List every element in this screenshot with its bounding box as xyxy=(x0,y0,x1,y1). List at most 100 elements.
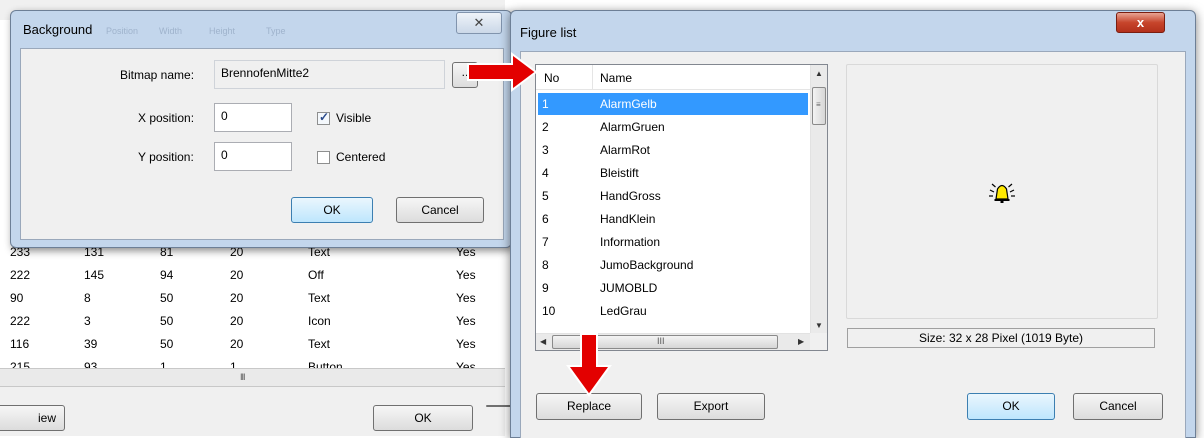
list-item[interactable]: 9 JUMOBLD xyxy=(538,277,808,299)
close-button[interactable]: x xyxy=(1116,12,1165,33)
table-horizontal-scrollbar[interactable]: III xyxy=(0,368,505,387)
scroll-right-icon[interactable]: ▶ xyxy=(798,337,804,346)
table-row[interactable]: 116 39 50 20 Text Yes xyxy=(0,333,505,356)
table-cell: 20 xyxy=(230,291,244,305)
export-button-label: Export xyxy=(693,399,729,413)
scroll-left-icon[interactable]: ◀ xyxy=(540,337,546,346)
table-cell: 116 xyxy=(10,337,30,351)
list-item[interactable]: 7 Information xyxy=(538,231,808,253)
list-item[interactable]: 5 HandGross xyxy=(538,185,808,207)
table-row[interactable]: 222 3 50 20 Icon Yes xyxy=(0,310,505,333)
bitmap-name-value: BrennofenMitte2 xyxy=(221,66,310,80)
bitmap-name-label: Bitmap name: xyxy=(120,68,195,82)
list-header: No Name xyxy=(536,65,810,90)
scrollbar-corner xyxy=(810,333,827,350)
item-name: Bleistift xyxy=(600,166,639,180)
centered-label: Centered xyxy=(336,150,386,164)
item-name: AlarmRot xyxy=(600,143,651,157)
centered-checkbox[interactable] xyxy=(317,151,330,164)
list-item[interactable]: 10 LedGrau xyxy=(538,300,808,322)
scroll-down-icon[interactable]: ▼ xyxy=(815,321,823,330)
size-info: Size: 32 x 28 Pixel (1019 Byte) xyxy=(847,328,1155,348)
column-header-name[interactable]: Name xyxy=(600,71,632,85)
scroll-thumb[interactable]: ≡ xyxy=(812,87,826,125)
dialog-title: Background xyxy=(23,22,93,37)
table-cell: 222 xyxy=(10,314,31,328)
item-number: 4 xyxy=(542,166,549,180)
visible-checkbox[interactable]: ✓ xyxy=(317,110,330,125)
view-button[interactable]: iew xyxy=(0,405,65,431)
dialog-cancel-button[interactable]: Cancel xyxy=(1073,393,1163,420)
item-name: JUMOBLD xyxy=(600,281,658,295)
dialog-body: No Name 1 AlarmGelb 2 AlarmGruen 3 AlarmRot 4 B… xyxy=(520,51,1186,438)
close-icon: ✕ xyxy=(473,15,485,30)
ghost-header: Width xyxy=(159,26,183,36)
x-position-input[interactable]: 0 xyxy=(214,103,292,132)
item-name: AlarmGruen xyxy=(600,120,665,134)
visible-label: Visible xyxy=(336,111,372,125)
item-name: LedGrau xyxy=(600,304,647,318)
dialog-cancel-button[interactable]: Cancel xyxy=(396,197,484,223)
list-item[interactable]: 4 Bleistift xyxy=(538,162,808,184)
view-button-label: iew xyxy=(37,411,56,425)
list-vertical-scrollbar[interactable]: ▲ ≡ ▼ xyxy=(810,65,827,333)
arrow-down-icon xyxy=(566,333,612,397)
figure-preview xyxy=(846,64,1158,319)
window-ok-button[interactable]: OK xyxy=(373,405,473,431)
dialog-ok-button[interactable]: OK xyxy=(291,197,373,223)
figure-list-dialog: Figure list x No Name 1 AlarmGelb 2 AlarmGr… xyxy=(510,10,1196,438)
close-button[interactable]: ✕ xyxy=(456,12,502,34)
scroll-up-icon[interactable]: ▲ xyxy=(815,69,823,78)
list-item[interactable]: 1 AlarmGelb xyxy=(538,93,808,115)
thumb-grip: III xyxy=(657,336,665,346)
table-cell: Yes xyxy=(456,337,476,351)
column-divider[interactable] xyxy=(592,65,593,89)
table-row[interactable]: 90 8 50 20 Text Yes xyxy=(0,287,505,310)
item-name: AlarmGelb xyxy=(600,97,657,111)
item-number: 7 xyxy=(542,235,549,249)
table-cell: Text xyxy=(308,291,331,305)
figure-list[interactable]: No Name 1 AlarmGelb 2 AlarmGruen 3 AlarmRot 4 B… xyxy=(535,64,828,351)
thumb-grip: ≡ xyxy=(816,100,821,109)
table-cell: 50 xyxy=(160,314,174,328)
column-header-no[interactable]: No xyxy=(544,71,559,85)
list-item[interactable]: 8 JumoBackground xyxy=(538,254,808,276)
item-number: 3 xyxy=(542,143,549,157)
table-cell: 50 xyxy=(160,291,174,305)
item-name: HandKlein xyxy=(600,212,656,226)
table-cell: Off xyxy=(308,268,324,282)
y-position-label: Y position: xyxy=(138,150,194,164)
table-cell: 3 xyxy=(84,314,91,328)
table-cell: Yes xyxy=(456,268,476,282)
ghost-header: Type xyxy=(266,26,286,36)
dialog-ok-label: OK xyxy=(323,203,341,217)
export-button[interactable]: Export xyxy=(657,393,765,420)
list-item[interactable]: 2 AlarmGruen xyxy=(538,116,808,138)
window-ok-label: OK xyxy=(414,411,432,425)
dialog-ok-button[interactable]: OK xyxy=(967,393,1055,420)
item-number: 5 xyxy=(542,189,549,203)
item-number: 6 xyxy=(542,212,549,226)
table-cell: 20 xyxy=(230,314,244,328)
table-cell: 222 xyxy=(10,268,31,282)
table-row[interactable]: 222 145 94 20 Off Yes xyxy=(0,264,505,287)
bell-icon xyxy=(989,183,1015,203)
bitmap-name-field[interactable]: BrennofenMitte2 xyxy=(214,60,445,89)
item-number: 10 xyxy=(542,304,556,318)
table-cell: 50 xyxy=(160,337,174,351)
ghost-header: Position xyxy=(106,26,139,36)
table-cell: 8 xyxy=(84,291,91,305)
table-cell: 94 xyxy=(160,268,174,282)
dialog-cancel-label: Cancel xyxy=(1099,399,1137,413)
list-item[interactable]: 3 AlarmRot xyxy=(538,139,808,161)
check-icon: ✓ xyxy=(319,110,330,124)
list-item[interactable]: 6 HandKlein xyxy=(538,208,808,230)
table-cell: 20 xyxy=(230,337,244,351)
y-position-input[interactable]: 0 xyxy=(214,142,292,171)
close-icon: x xyxy=(1136,15,1145,30)
table-cell: 20 xyxy=(230,268,244,282)
item-name: Information xyxy=(600,235,661,249)
background-dialog: Background Position Width Height Type ✕ … xyxy=(10,10,512,248)
x-position-label: X position: xyxy=(138,111,195,125)
table-cell: Icon xyxy=(308,314,331,328)
